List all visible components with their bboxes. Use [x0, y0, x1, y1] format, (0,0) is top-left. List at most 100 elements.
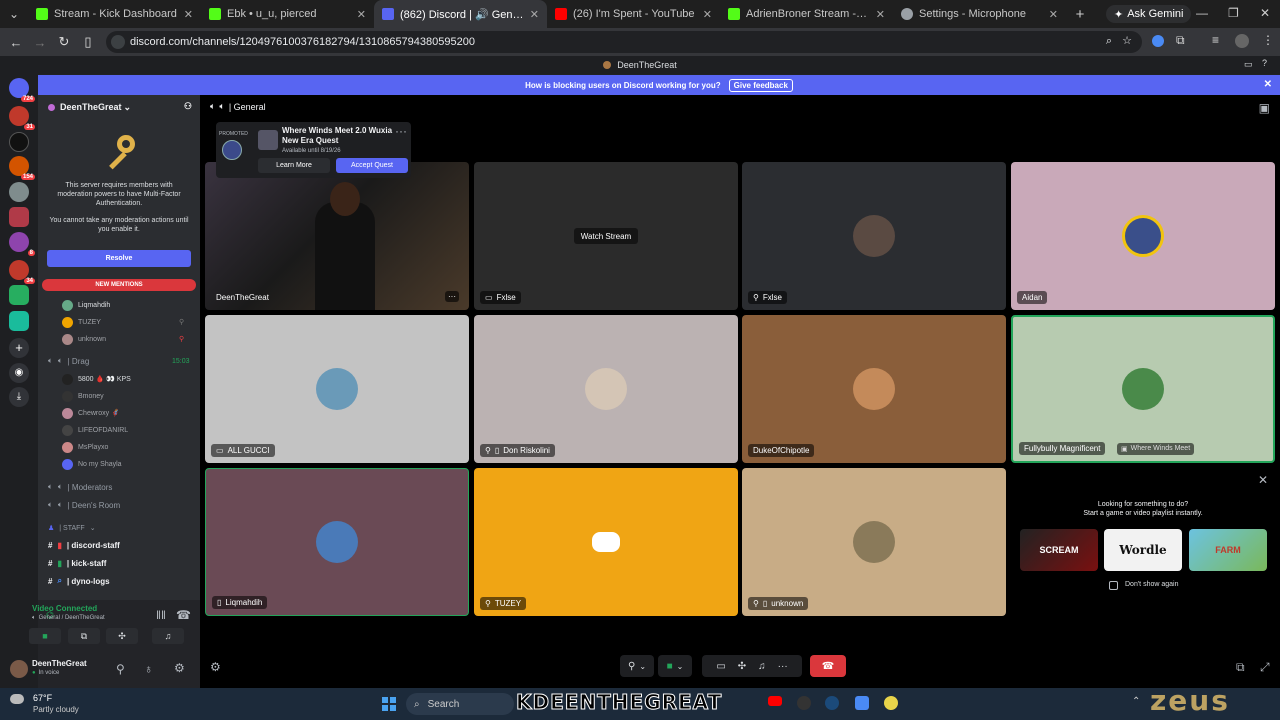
close-icon[interactable]: ✕	[876, 8, 885, 21]
direct-messages-icon[interactable]: 724	[9, 78, 35, 102]
video-tile[interactable]: ⚲ TUZEY	[474, 468, 738, 616]
more-icon[interactable]: ···	[395, 124, 407, 138]
window-close-button[interactable]: ✕	[1260, 6, 1270, 20]
video-tile[interactable]: ⚲ ▯ unknown	[742, 468, 1006, 616]
new-mentions-pill[interactable]: NEW MENTIONS	[42, 279, 196, 291]
voice-user[interactable]: Liqmahdih	[62, 298, 110, 312]
youtube-icon[interactable]	[768, 696, 782, 706]
voice-channel-deens-room[interactable]: 🔈︎ 🔈︎ | Deen's Room	[48, 497, 120, 513]
taskbar-search[interactable]: ⌕ Search	[406, 693, 514, 715]
forward-icon[interactable]: →	[28, 35, 52, 50]
close-icon[interactable]: ✕	[357, 8, 366, 21]
start-button[interactable]	[382, 697, 396, 711]
camera-button[interactable]: ■ ⌄	[658, 655, 692, 677]
screenshare-button[interactable]: ⧉	[68, 628, 100, 644]
help-icon[interactable]: ?	[1262, 58, 1267, 68]
server-icon[interactable]	[9, 285, 29, 305]
camera-button[interactable]: ■	[29, 628, 61, 644]
activity-launcher-icon[interactable]: ⚙	[210, 660, 221, 674]
video-tile[interactable]: ⚲ Fxlse	[742, 162, 1006, 310]
give-feedback-button[interactable]: Give feedback	[728, 78, 793, 92]
dont-show-checkbox[interactable]	[1109, 581, 1118, 590]
address-bar[interactable]: discord.com/channels/1204976100376182794…	[106, 31, 1142, 53]
voice-channel-moderators[interactable]: 🔈︎ 🔈︎ | Moderators	[48, 479, 112, 495]
tab-kick-ebk[interactable]: Ebk • u_u, pierced ✕	[201, 0, 374, 28]
voice-user[interactable]: LIFEOFDANIRL	[62, 423, 128, 437]
tab-kick-dashboard[interactable]: Stream - Kick Dashboard ✕	[28, 0, 201, 28]
voice-user[interactable]: No my Shayla	[62, 457, 122, 471]
watch-stream-button[interactable]: Watch Stream	[574, 228, 638, 244]
video-tile[interactable]: ▯ Liqmahdih	[205, 468, 469, 616]
extension-icon[interactable]	[1152, 35, 1164, 47]
menu-kebab-icon[interactable]: ⋮	[1262, 33, 1274, 47]
profile-avatar[interactable]	[1235, 34, 1249, 48]
tab-youtube[interactable]: (26) I'm Spent - YouTube ✕	[547, 0, 720, 28]
ask-gemini-button[interactable]: ✦ Ask Gemini	[1106, 5, 1192, 23]
text-channel-discord-staff[interactable]: # ▮ | discord-staff	[48, 537, 120, 553]
extensions-puzzle-icon[interactable]: ⧉	[1176, 33, 1185, 48]
server-icon[interactable]	[9, 207, 29, 227]
back-icon[interactable]: ←	[4, 35, 28, 50]
site-info-icon[interactable]	[111, 35, 125, 49]
server-icon[interactable]: 31	[9, 106, 35, 130]
soundboard-icon[interactable]: ‖‖	[156, 608, 166, 622]
activity-card-scream[interactable]: SCREAM	[1020, 529, 1098, 571]
fullscreen-icon[interactable]: ⤢	[1260, 660, 1270, 675]
video-tile[interactable]: ⚲ ▯ Don Riskolini	[474, 315, 738, 463]
server-header[interactable]: DeenTheGreat ⌄ ⚇	[38, 95, 200, 119]
new-tab-button[interactable]: +	[1066, 6, 1094, 23]
gear-icon[interactable]: ⚙	[174, 661, 185, 675]
bookmark-star-icon[interactable]: ☆	[1122, 34, 1132, 47]
soundboard-button[interactable]: ♫	[152, 628, 184, 644]
more-icon[interactable]: ···	[445, 291, 459, 302]
close-icon[interactable]: ✕	[1049, 8, 1058, 21]
server-icon[interactable]	[9, 132, 29, 152]
chat-icon[interactable]: ▣	[1259, 101, 1270, 115]
accept-quest-button[interactable]: Accept Quest	[336, 158, 408, 173]
close-icon[interactable]: ✕	[703, 8, 712, 21]
tab-search-icon[interactable]: ⌄	[0, 7, 28, 21]
voice-user[interactable]: TUZEY ⚲	[62, 315, 184, 329]
chevron-up-icon[interactable]: ⌃	[1132, 696, 1140, 707]
discover-icon[interactable]: ◉	[9, 363, 29, 383]
zoom-icon[interactable]: ⌕	[1106, 35, 1112, 48]
obs-icon[interactable]	[797, 696, 811, 710]
video-tile[interactable]: DukeOfChipotle	[742, 315, 1006, 463]
close-icon[interactable]: ✕	[1264, 79, 1272, 90]
server-icon[interactable]: 8	[9, 232, 35, 256]
resolve-button[interactable]: Resolve	[47, 250, 191, 267]
voice-user[interactable]: Chewroxy 🦸	[62, 406, 120, 420]
steam-icon[interactable]	[825, 696, 839, 710]
activity-card-wordle[interactable]: Wordle	[1104, 529, 1182, 571]
voice-user[interactable]: Bmoney	[62, 389, 104, 403]
weather-temp[interactable]: 67°F	[33, 693, 52, 703]
learn-more-button[interactable]: Learn More	[258, 158, 330, 173]
video-tile[interactable]: ▭ ALL GUCCI	[205, 315, 469, 463]
close-icon[interactable]: ✕	[530, 8, 539, 21]
tab-discord[interactable]: (862) Discord | 🔊 General ✕	[374, 0, 547, 28]
popout-icon[interactable]: ⧉	[1236, 660, 1245, 675]
mic-button[interactable]: ⚲ ⌄	[620, 655, 654, 677]
add-member-icon[interactable]: ⚇	[184, 101, 192, 112]
activities-button[interactable]: ✣	[106, 628, 138, 644]
restore-button[interactable]: ❐	[1228, 6, 1239, 20]
text-channel-kick-staff[interactable]: # ▮ | kick-staff	[48, 555, 106, 571]
video-tile[interactable]: Watch Stream ▭ Fxlse	[474, 162, 738, 310]
tab-settings[interactable]: Settings - Microphone ✕	[893, 0, 1066, 28]
server-icon[interactable]: 34	[9, 260, 35, 284]
app-icon[interactable]	[855, 696, 869, 710]
text-channel-dyno-logs[interactable]: # ⌕ | dyno-logs	[48, 573, 110, 589]
disconnect-icon[interactable]: ☎	[176, 608, 191, 622]
inbox-icon[interactable]: ▭	[1244, 59, 1253, 70]
voice-status[interactable]: Video Connected	[32, 604, 97, 613]
voice-user[interactable]: unknown ⚲	[62, 332, 184, 346]
reload-icon[interactable]: ↻	[52, 34, 76, 50]
username[interactable]: DeenTheGreat	[32, 659, 87, 668]
mic-icon[interactable]: ⚲	[116, 662, 125, 676]
tab-kick-broner[interactable]: AdrienBroner Stream - Watch L✕	[720, 0, 893, 28]
category-staff[interactable]: ♟ | STAFF ⌄	[48, 520, 96, 536]
server-icon[interactable]	[9, 182, 29, 202]
disconnect-button[interactable]: ☎	[810, 655, 846, 677]
video-tile[interactable]: DeenTheGreat ···	[205, 162, 469, 310]
voice-user[interactable]: 5800 🩸 👀 KPS	[62, 372, 131, 386]
